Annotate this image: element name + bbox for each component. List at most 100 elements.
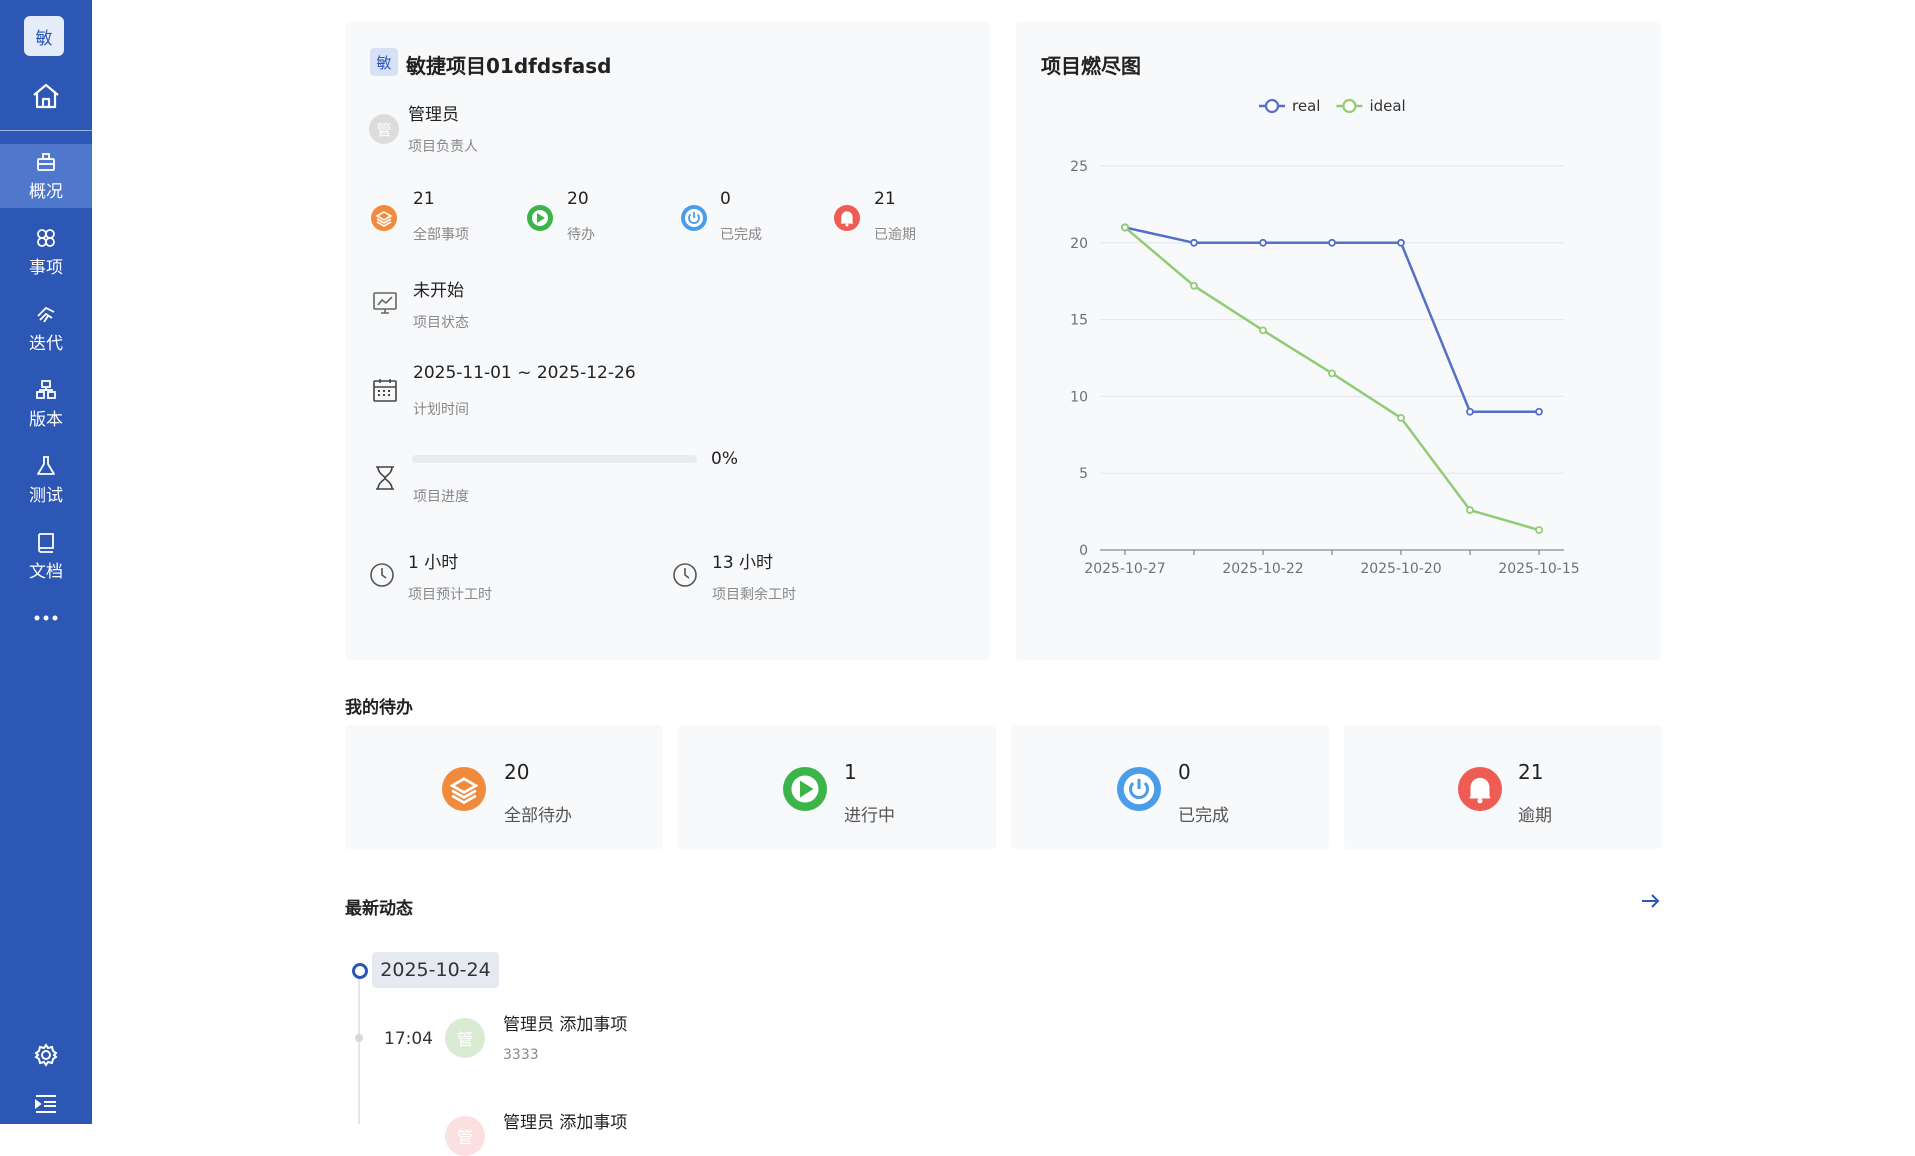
plan-time-value: 2025-11-01 ~ 2025-12-26 <box>413 363 636 383</box>
clock-icon <box>673 563 697 587</box>
legend-label-ideal: ideal <box>1369 97 1405 115</box>
sidebar-item-sprint[interactable]: 迭代 <box>0 296 92 360</box>
todo-done-value: 0 <box>1178 760 1191 784</box>
activity-text[interactable]: 管理员 添加事项 <box>503 1010 627 1035</box>
gear-icon[interactable] <box>33 1042 59 1068</box>
items-icon <box>37 229 55 247</box>
y-tick-label: 15 <box>1070 313 1088 329</box>
play-icon <box>527 205 553 231</box>
todo-card-overdue[interactable]: 21 逾期 <box>1344 725 1662 849</box>
burndown-card: 项目燃尽图 0 5 10 15 20 25 2025-10-27 2025-10-22 2025… <box>1016 22 1661 660</box>
project-badge: 敏 <box>370 48 398 76</box>
data-point-ideal <box>1466 506 1474 514</box>
sidebar-item-label: 概况 <box>29 182 63 202</box>
owner-name: 管理员 <box>408 105 459 125</box>
plan-time-label: 计划时间 <box>413 402 469 418</box>
activity-avatar: 管 <box>445 1116 485 1156</box>
book-icon <box>38 533 54 553</box>
owner-avatar: 管 <box>369 114 399 144</box>
series-line-ideal <box>1124 226 1540 532</box>
activity-section-title: 最新动态 <box>345 899 413 919</box>
project-title: 敏捷项目01dfdsfasd <box>406 54 612 78</box>
data-point-real <box>1466 407 1474 416</box>
todo-card-all[interactable]: 20 全部待办 <box>345 725 663 849</box>
stat-todo-value: 20 <box>567 189 589 209</box>
sidebar-item-version[interactable]: 版本 <box>0 372 92 436</box>
project-logo[interactable]: 敏 <box>24 16 64 56</box>
todo-overdue-value: 21 <box>1518 760 1544 784</box>
data-point-ideal <box>1328 369 1336 378</box>
sidebar-divider <box>0 130 92 131</box>
stat-overdue-value: 21 <box>874 189 896 209</box>
todo-card-in-progress[interactable]: 1 进行中 <box>678 725 996 849</box>
sidebar-item-label: 版本 <box>29 410 63 430</box>
y-tick-label: 5 <box>1079 466 1088 482</box>
status-label: 项目状态 <box>413 315 469 331</box>
alarm-icon <box>1458 767 1502 811</box>
timeline-dot <box>355 1034 363 1042</box>
sidebar-item-docs[interactable]: 文档 <box>0 524 92 588</box>
y-tick-label: 25 <box>1070 159 1088 175</box>
power-icon <box>1117 767 1161 811</box>
activity-avatar: 管 <box>445 1018 485 1058</box>
sidebar-item-test[interactable]: 测试 <box>0 448 92 512</box>
burndown-chart: 0 5 10 15 20 25 2025-10-27 2025-10-22 2025-10-20… <box>1070 97 1580 577</box>
stat-all-label: 全部事项 <box>413 227 469 243</box>
y-tick-label: 20 <box>1070 236 1088 252</box>
data-point-real <box>1397 238 1405 247</box>
x-tick-label: 2025-10-20 <box>1360 561 1441 577</box>
sidebar-item-items[interactable]: 事项 <box>0 220 92 284</box>
sidebar-item-label: 测试 <box>29 486 63 506</box>
sprint-icon <box>37 306 55 323</box>
activity-time: 17:04 <box>384 1029 433 1049</box>
progress-percent: 0% <box>711 449 738 469</box>
more-icon[interactable] <box>32 608 60 628</box>
arrow-right-icon[interactable] <box>1639 890 1661 912</box>
activity-date: 2025-10-24 <box>372 952 499 988</box>
legend-label-real: real <box>1292 97 1320 115</box>
data-point-real <box>1328 238 1336 247</box>
layers-icon <box>442 767 486 811</box>
data-point-ideal <box>1397 414 1405 422</box>
stat-todo-label: 待办 <box>567 227 595 243</box>
briefcase-icon <box>37 153 55 171</box>
version-icon <box>36 380 56 399</box>
data-point-real <box>1259 238 1267 247</box>
clock-icon <box>370 563 394 587</box>
power-icon <box>681 205 707 231</box>
stat-done-value: 0 <box>720 189 731 209</box>
todo-overdue-label: 逾期 <box>1518 806 1552 826</box>
project-progress-bar <box>412 455 697 463</box>
play-icon <box>783 767 827 811</box>
todo-in-progress-value: 1 <box>844 760 857 784</box>
collapse-menu-icon[interactable] <box>33 1092 59 1116</box>
legend-marker-real <box>1264 98 1280 114</box>
stat-overdue-label: 已逾期 <box>874 227 916 243</box>
sidebar-item-label: 文档 <box>29 562 63 582</box>
alarm-icon <box>834 205 860 231</box>
todo-done-label: 已完成 <box>1178 806 1229 826</box>
estimate-hours-label: 项目预计工时 <box>408 587 492 603</box>
activity-text[interactable]: 管理员 添加事项 <box>503 1108 627 1133</box>
legend-marker-ideal <box>1342 98 1357 114</box>
x-tick-label: 2025-10-22 <box>1222 561 1303 577</box>
home-icon[interactable] <box>31 81 61 111</box>
progress-label: 项目进度 <box>413 489 469 505</box>
monitor-chart-icon <box>373 292 397 314</box>
data-point-ideal <box>1535 526 1543 534</box>
timeline-date-dot <box>352 963 368 979</box>
project-info-card: 敏 敏捷项目01dfdsfasd 管 管理员 项目负责人 21 全部事项 20 … <box>345 22 990 660</box>
todo-in-progress-label: 进行中 <box>844 806 895 826</box>
sidebar-item-overview[interactable]: 概况 <box>0 144 92 208</box>
sidebar-item-label: 事项 <box>29 258 63 278</box>
todo-card-done[interactable]: 0 已完成 <box>1011 725 1329 849</box>
sidebar: 敏 概况 事项 迭代 版本 测试 文档 <box>0 0 92 1124</box>
status-value: 未开始 <box>413 281 464 301</box>
data-point-real <box>1190 238 1198 247</box>
data-point-real <box>1535 407 1543 416</box>
timeline-line <box>358 972 360 1124</box>
todo-section-title: 我的待办 <box>345 698 413 718</box>
remaining-hours-label: 项目剩余工时 <box>712 587 796 603</box>
data-point-ideal <box>1190 281 1198 290</box>
sidebar-item-label: 迭代 <box>29 334 63 354</box>
